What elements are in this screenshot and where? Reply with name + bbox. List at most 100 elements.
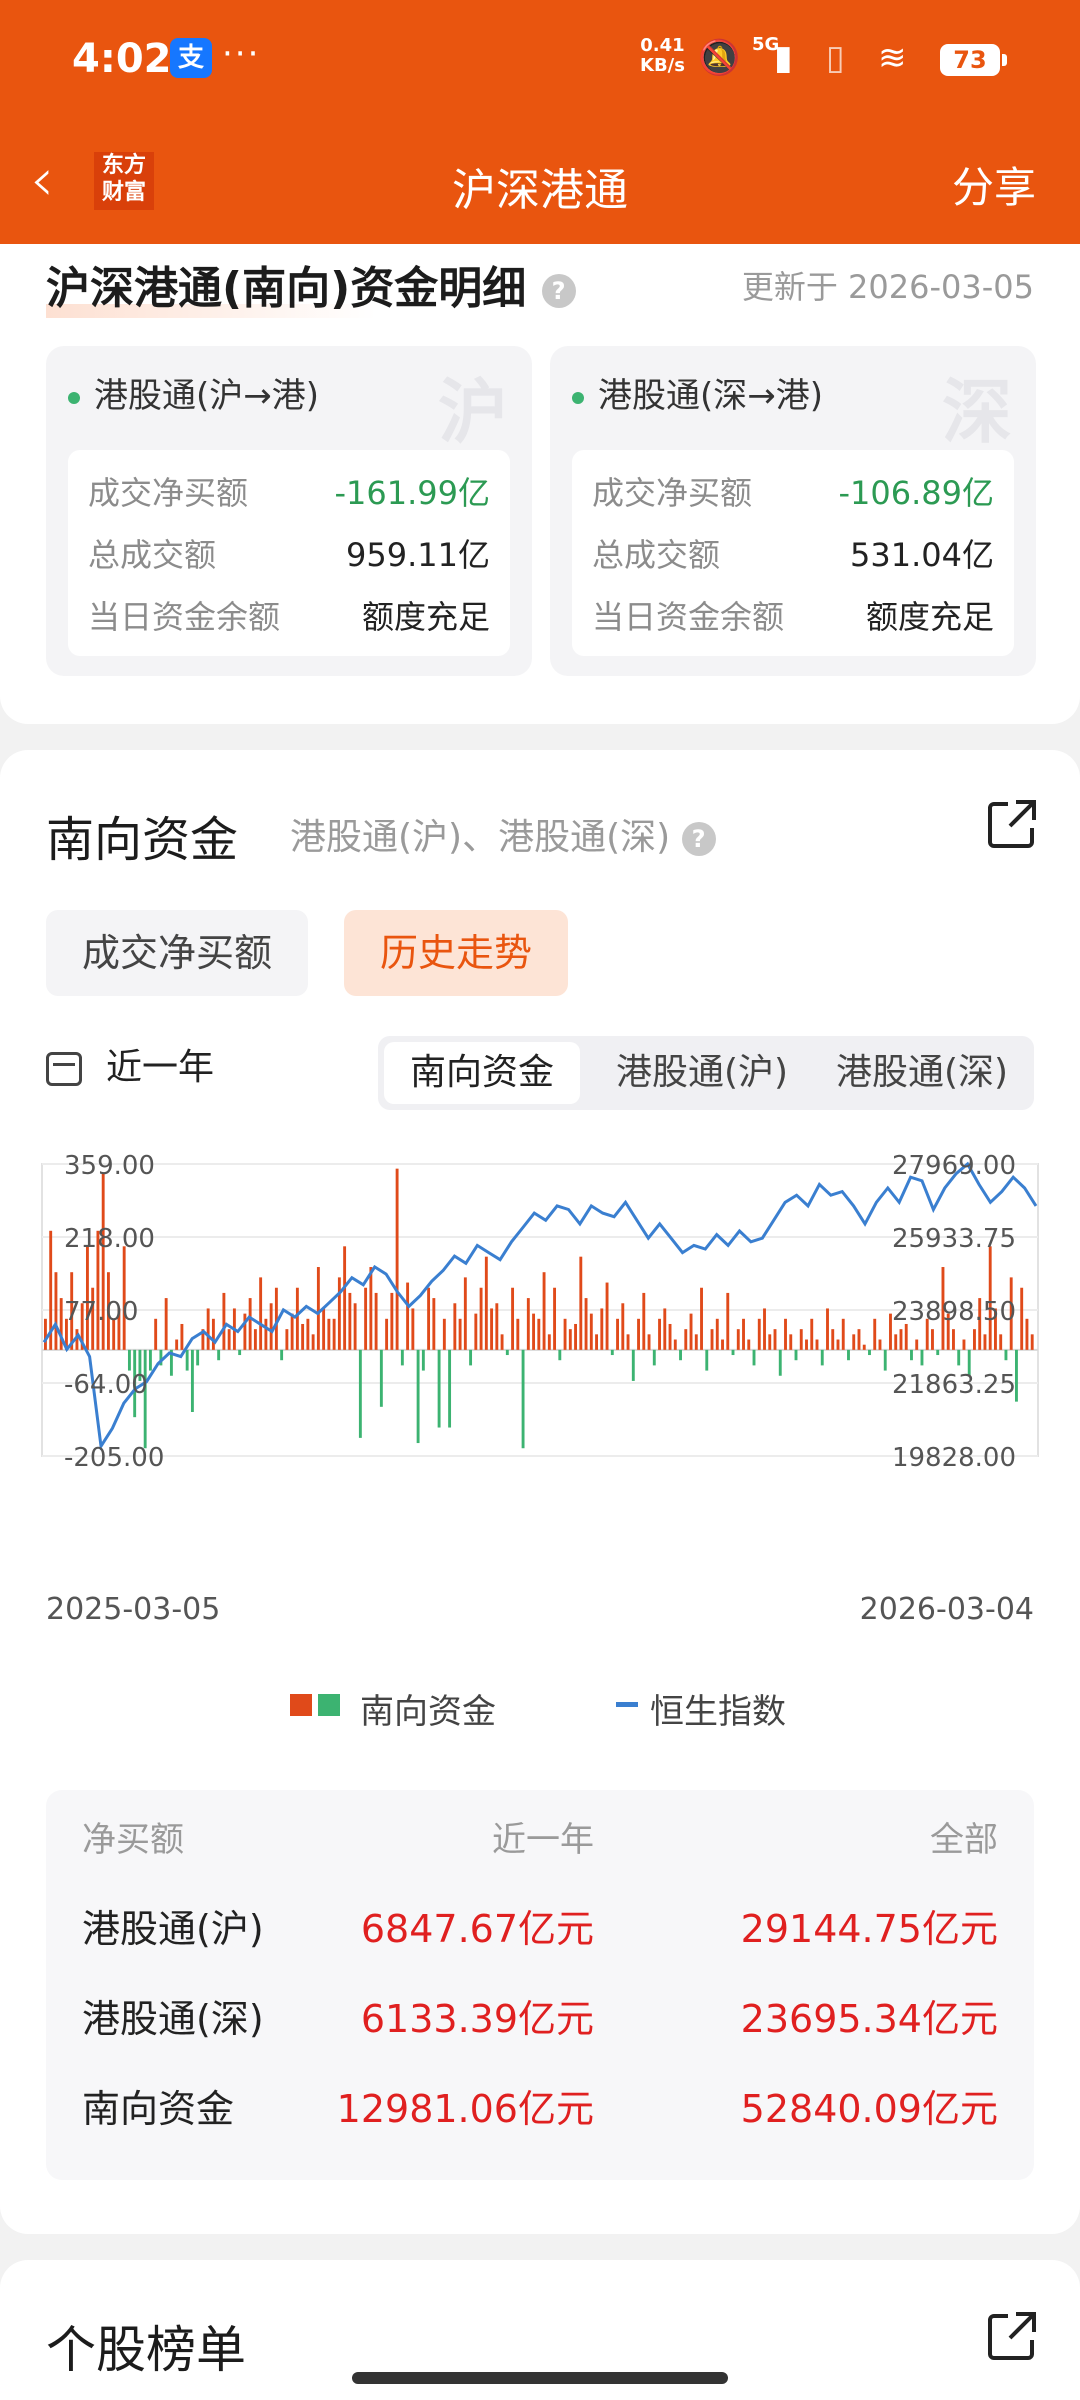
net-buy-bar bbox=[915, 1339, 919, 1350]
detail-card: 沪深港通(南向)资金明细 ? 更新于 2026-03-05 沪 港股通(沪→港)… bbox=[0, 244, 1080, 724]
net-buy-bar bbox=[547, 1334, 551, 1350]
net-buy-bar bbox=[558, 1349, 562, 1361]
net-buy-bar bbox=[731, 1349, 735, 1356]
help-icon[interactable]: ? bbox=[541, 274, 576, 308]
table-row: 港股通(深) 6133.39亿元 23695.34亿元 bbox=[46, 1988, 1034, 2068]
watermark-sz: 深 bbox=[942, 371, 1012, 453]
net-buy-bar bbox=[957, 1349, 961, 1366]
net-buy-bar bbox=[516, 1318, 520, 1350]
tab-sh[interactable]: 港股通(沪) bbox=[592, 1042, 812, 1104]
net-buy-bar bbox=[626, 1334, 630, 1350]
net-buy-bar bbox=[44, 1318, 47, 1350]
row-all: 23695.34亿元 bbox=[740, 1997, 998, 2041]
tab-sz[interactable]: 港股通(深) bbox=[814, 1042, 1030, 1104]
net-buy-bar bbox=[726, 1292, 730, 1350]
net-buy-bar bbox=[1030, 1334, 1034, 1350]
net-buy-bar bbox=[395, 1168, 399, 1350]
nav-bar: ‹ 东方 财富 沪深港通 分享 bbox=[0, 140, 1080, 226]
net-buy-bar bbox=[306, 1318, 310, 1350]
net-buy-bar bbox=[831, 1329, 835, 1350]
net-buy-bar bbox=[899, 1329, 903, 1350]
series-tabs: 南向资金 港股通(沪) 港股通(深) bbox=[378, 1036, 1034, 1110]
legend-down-swatch bbox=[318, 1694, 340, 1716]
label: 成交净买额 bbox=[592, 474, 753, 512]
net-buy-bar bbox=[385, 1318, 389, 1350]
net-buy-bar bbox=[826, 1308, 829, 1350]
net-buy-bar bbox=[295, 1287, 299, 1350]
value: -161.99亿 bbox=[334, 474, 490, 512]
net-buy-bar bbox=[537, 1318, 541, 1350]
row-total: 总成交额 959.11亿 bbox=[88, 530, 490, 574]
net-buy-bar bbox=[521, 1349, 525, 1449]
net-buy-bar bbox=[605, 1282, 609, 1350]
net-buy-bar bbox=[820, 1349, 824, 1366]
right-tick-label: 21863.25 bbox=[892, 1370, 1016, 1400]
net-buy-bar bbox=[421, 1349, 425, 1371]
net-buy-bar bbox=[584, 1298, 588, 1350]
net-buy-bar bbox=[721, 1339, 724, 1350]
net-buy-bar bbox=[715, 1318, 719, 1350]
net-buy-bar bbox=[952, 1329, 955, 1350]
net-buy-bar bbox=[910, 1349, 913, 1361]
net-buy-bar bbox=[211, 1318, 215, 1350]
external-link-icon[interactable] bbox=[984, 796, 1040, 852]
detail-title: 沪深港通(南向)资金明细 ? bbox=[46, 252, 576, 316]
net-buy-bar bbox=[217, 1349, 221, 1361]
home-indicator[interactable] bbox=[352, 2372, 728, 2384]
net-buy-bar bbox=[311, 1334, 315, 1350]
legend-line-swatch bbox=[616, 1702, 638, 1707]
net-buy-bar bbox=[180, 1323, 184, 1350]
panel-title-text: 港股通(沪→港) bbox=[94, 376, 320, 416]
seg-history[interactable]: 历史走势 bbox=[344, 910, 569, 996]
seg-net-buy[interactable]: 成交净买额 bbox=[46, 910, 309, 996]
network-speed: 0.41 KB/s bbox=[640, 36, 685, 76]
panel-title-sz: 港股通(深→港) bbox=[572, 368, 823, 417]
net-buy-bar bbox=[936, 1349, 940, 1356]
mute-icon: 🔕 bbox=[698, 38, 741, 78]
external-link-icon[interactable] bbox=[984, 2308, 1040, 2364]
label: 总成交额 bbox=[592, 536, 721, 574]
net-buy-bar bbox=[269, 1303, 273, 1350]
row-year: 12981.06亿元 bbox=[336, 2087, 594, 2131]
net-buy-bar bbox=[463, 1277, 467, 1350]
net-buy-bar bbox=[862, 1344, 866, 1350]
net-buy-bar bbox=[474, 1313, 478, 1350]
net-buy-bar bbox=[789, 1334, 793, 1350]
net-buy-bar bbox=[694, 1334, 698, 1350]
net-buy-bar bbox=[962, 1339, 966, 1350]
net-buy-bar bbox=[757, 1318, 761, 1350]
stock-ranking-title: 个股榜单 bbox=[46, 2321, 246, 2379]
net-buy-bar bbox=[206, 1308, 210, 1350]
net-buy-bar bbox=[652, 1349, 656, 1366]
net-buy-bar bbox=[868, 1349, 871, 1356]
subtitle-text: 港股通(沪)、港股通(深) bbox=[290, 817, 671, 858]
net-buy-bar bbox=[469, 1349, 473, 1366]
net-buy-bar bbox=[983, 1334, 987, 1350]
header-cell: 近一年 bbox=[492, 1820, 594, 1860]
net-buy-bar bbox=[563, 1318, 567, 1350]
value: 959.11亿 bbox=[346, 536, 490, 574]
range-selector[interactable]: 近一年 bbox=[46, 1038, 214, 1090]
net-buy-bar bbox=[710, 1329, 714, 1350]
share-button[interactable]: 分享 bbox=[952, 154, 1036, 215]
net-buy-bar bbox=[526, 1298, 530, 1350]
net-buy-table: 净买额 近一年 全部 港股通(沪) 6847.67亿元 29144.75亿元 港股通(深… bbox=[46, 1790, 1034, 2180]
net-buy-bar bbox=[742, 1318, 745, 1350]
panel-values: 成交净买额 -106.89亿 总成交额 531.04亿 当日资金余额 额度充足 bbox=[572, 450, 1014, 656]
net-buy-bar bbox=[805, 1339, 808, 1350]
net-buy-bar bbox=[631, 1349, 635, 1381]
net-buy-bar bbox=[348, 1292, 352, 1350]
net-buy-bar bbox=[663, 1308, 667, 1350]
southbound-title: 南向资金 bbox=[46, 812, 239, 868]
panel-title-text: 港股通(深→港) bbox=[598, 376, 824, 416]
net-buy-bar bbox=[511, 1287, 515, 1350]
net-buy-bar bbox=[54, 1272, 58, 1350]
status-dot bbox=[68, 391, 80, 404]
net-buy-bar bbox=[290, 1313, 294, 1350]
tab-southbound[interactable]: 南向资金 bbox=[384, 1042, 580, 1104]
net-buy-bar bbox=[390, 1292, 394, 1350]
net-buy-bar bbox=[878, 1339, 882, 1350]
network-speed-value: 0.41 bbox=[640, 35, 685, 56]
help-icon[interactable]: ? bbox=[681, 822, 716, 856]
row-net-buy: 成交净买额 -161.99亿 bbox=[88, 468, 490, 512]
